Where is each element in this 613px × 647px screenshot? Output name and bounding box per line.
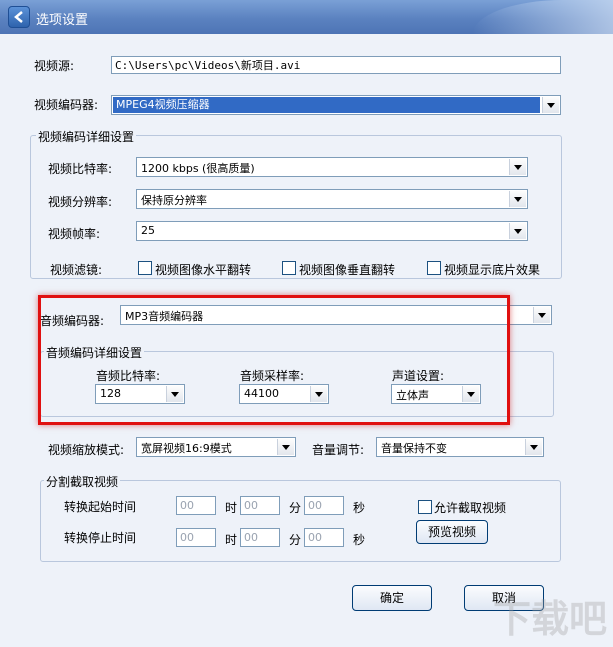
allow-split-label: 允许截取视频: [434, 501, 507, 515]
video-detail-group-title: 视频编码详细设置: [36, 128, 137, 145]
video-source-field[interactable]: C:\Users\pc\Videos\新项目.avi: [111, 56, 561, 74]
second-unit: 秒: [353, 501, 366, 515]
video-encoder-select[interactable]: MPEG4视频压缩器: [111, 95, 561, 115]
audio-samplerate-select[interactable]: 44100: [239, 384, 329, 404]
chevron-down-icon[interactable]: [533, 307, 550, 323]
start-second-field[interactable]: 00: [304, 496, 344, 515]
video-filter-label: 视频滤镜:: [50, 263, 103, 277]
video-bitrate-label: 视频比特率:: [48, 162, 113, 176]
ok-button[interactable]: 确定: [352, 585, 432, 611]
title-bar-decoration: [473, 0, 613, 34]
channel-select[interactable]: 立体声: [391, 384, 481, 404]
scale-mode-select[interactable]: 宽屏视频16:9模式: [136, 437, 296, 457]
end-second-field[interactable]: 00: [304, 528, 344, 547]
chevron-down-icon[interactable]: [509, 191, 526, 207]
video-resolution-value: 保持原分辨率: [141, 194, 207, 207]
video-bitrate-select[interactable]: 1200 kbps (很高质量): [136, 157, 528, 177]
hour-unit: 时: [225, 501, 238, 515]
audio-encoder-label: 音频编码器:: [40, 314, 105, 328]
video-framerate-label: 视频帧率:: [48, 227, 101, 241]
audio-encoder-select[interactable]: MP3音频编码器: [120, 305, 552, 325]
start-minute-field[interactable]: 00: [240, 496, 280, 515]
minute-unit: 分: [289, 501, 302, 515]
filter-negative-checkbox[interactable]: [427, 261, 441, 275]
filter-hflip-label: 视频图像水平翻转: [155, 263, 252, 277]
audio-samplerate-label: 音频采样率:: [240, 369, 305, 383]
audio-encoder-value: MP3音频编码器: [125, 310, 204, 323]
video-framerate-value: 25: [141, 224, 155, 237]
minute-unit: 分: [289, 533, 302, 547]
title-bar[interactable]: 选项设置: [0, 0, 613, 34]
channel-label: 声道设置:: [392, 369, 445, 383]
audio-bitrate-select[interactable]: 128: [95, 384, 185, 404]
preview-video-button[interactable]: 预览视频: [416, 520, 488, 544]
end-hour-field[interactable]: 00: [176, 528, 216, 547]
split-group-title: 分割截取视频: [44, 473, 121, 490]
window-title: 选项设置: [36, 13, 89, 28]
audio-bitrate-label: 音频比特率:: [96, 369, 161, 383]
volume-select[interactable]: 音量保持不变: [376, 437, 544, 457]
chevron-down-icon[interactable]: [542, 97, 559, 113]
filter-hflip-checkbox[interactable]: [138, 261, 152, 275]
filter-vflip-checkbox[interactable]: [282, 261, 296, 275]
video-resolution-label: 视频分辨率:: [48, 195, 113, 209]
video-framerate-select[interactable]: 25: [136, 221, 528, 241]
app-icon: [8, 6, 30, 28]
audio-bitrate-value: 128: [100, 387, 121, 400]
chevron-down-icon[interactable]: [310, 386, 327, 402]
volume-label: 音量调节:: [312, 443, 365, 457]
end-minute-field[interactable]: 00: [240, 528, 280, 547]
volume-value: 音量保持不变: [381, 442, 447, 455]
chevron-down-icon[interactable]: [277, 439, 294, 455]
audio-detail-group-title: 音频编码详细设置: [44, 344, 145, 361]
start-time-label: 转换起始时间: [64, 500, 137, 514]
scale-mode-value: 宽屏视频16:9模式: [141, 442, 232, 455]
chevron-down-icon[interactable]: [509, 223, 526, 239]
video-resolution-select[interactable]: 保持原分辨率: [136, 189, 528, 209]
chevron-down-icon[interactable]: [166, 386, 183, 402]
scale-mode-label: 视频缩放模式:: [48, 443, 125, 457]
video-source-label: 视频源:: [34, 59, 75, 73]
video-encoder-label: 视频编码器:: [34, 98, 99, 112]
allow-split-checkbox[interactable]: [418, 500, 432, 514]
second-unit: 秒: [353, 533, 366, 547]
end-time-label: 转换停止时间: [64, 531, 137, 545]
chevron-down-icon[interactable]: [509, 159, 526, 175]
filter-vflip-label: 视频图像垂直翻转: [299, 263, 396, 277]
audio-samplerate-value: 44100: [244, 387, 279, 400]
video-bitrate-value: 1200 kbps (很高质量): [141, 162, 255, 175]
start-hour-field[interactable]: 00: [176, 496, 216, 515]
filter-negative-label: 视频显示底片效果: [444, 263, 541, 277]
video-encoder-value: MPEG4视频压缩器: [113, 97, 540, 113]
hour-unit: 时: [225, 533, 238, 547]
chevron-down-icon[interactable]: [462, 386, 479, 402]
channel-value: 立体声: [396, 389, 429, 402]
watermark: 下载吧: [492, 597, 607, 641]
chevron-down-icon[interactable]: [525, 439, 542, 455]
